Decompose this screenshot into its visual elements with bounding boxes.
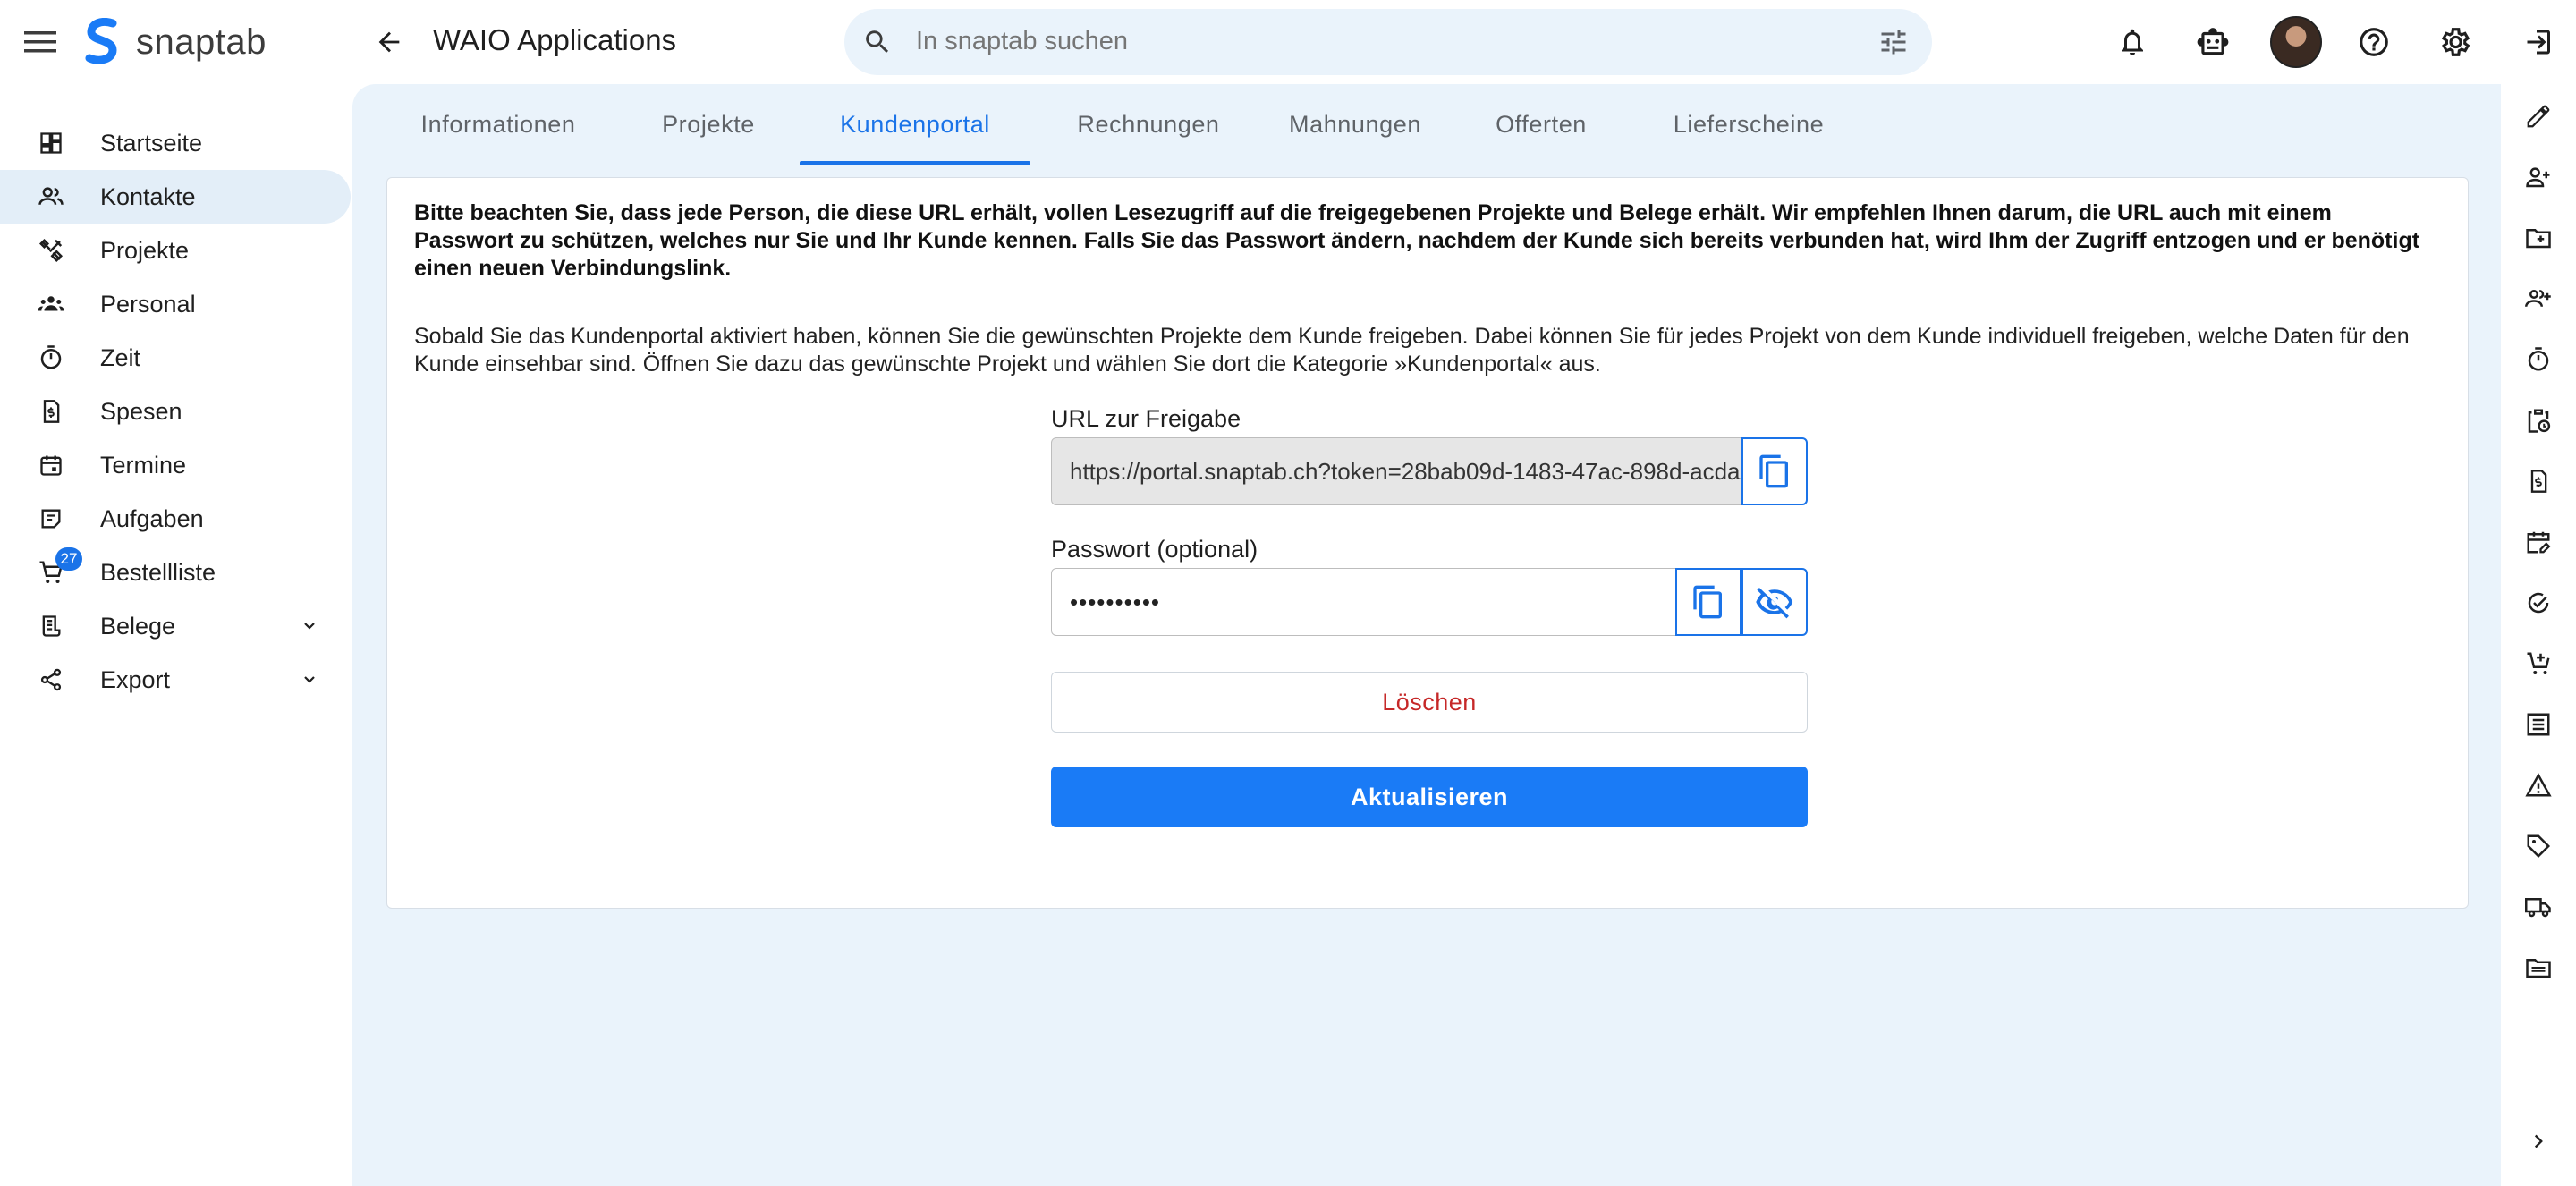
search-icon[interactable] [859, 23, 896, 61]
eye-off-icon [1756, 588, 1793, 619]
timer-icon[interactable] [2519, 340, 2558, 379]
timer-icon [38, 344, 64, 371]
sidebar-item-label: Bestellliste [100, 558, 216, 586]
delete-button[interactable]: Löschen [1051, 672, 1808, 733]
tab-projekte[interactable]: Projekte [644, 84, 773, 165]
copy-password-button[interactable] [1675, 568, 1741, 636]
share-url-field[interactable]: https://portal.snaptab.ch?token=28bab09d… [1051, 437, 1743, 505]
sidebar-item-termine[interactable]: Termine [0, 438, 351, 492]
sidebar-item-label: Projekte [100, 236, 190, 264]
page-title: WAIO Applications [433, 23, 677, 56]
kundenportal-card: Bitte beachten Sie, dass jede Person, di… [386, 177, 2469, 909]
sidebar-item-label: Kontakte [100, 182, 196, 210]
sidebar-item-label: Spesen [100, 397, 182, 425]
app-logo[interactable]: snaptab [82, 18, 267, 66]
robot-assistant-icon[interactable] [2191, 21, 2234, 64]
list-document-icon[interactable] [2519, 705, 2558, 744]
sidebar-nav: Startseite Kontakte Projekte Personal Ze… [0, 116, 351, 707]
url-label: URL zur Freigabe [1051, 405, 1241, 432]
contacts-icon [38, 183, 64, 210]
add-to-cart-icon[interactable] [2519, 644, 2558, 683]
sidebar-item-label: Startseite [100, 129, 203, 157]
sidebar-item-export[interactable]: Export [0, 653, 351, 707]
search-input[interactable] [916, 27, 1721, 56]
edit-pencil-icon[interactable] [2519, 97, 2558, 136]
tag-icon[interactable] [2519, 826, 2558, 866]
password-field[interactable] [1051, 568, 1677, 636]
sidebar-item-label: Export [100, 665, 171, 693]
url-field-group: https://portal.snaptab.ch?token=28bab09d… [1051, 437, 1808, 505]
chevron-down-icon[interactable] [297, 667, 322, 692]
sidebar-item-aufgaben[interactable]: Aufgaben [0, 492, 351, 546]
warning-icon[interactable] [2519, 766, 2558, 805]
tools-icon [38, 237, 64, 264]
task-check-icon[interactable] [2519, 583, 2558, 623]
add-folder-icon[interactable] [2519, 218, 2558, 258]
add-person-icon[interactable] [2519, 157, 2558, 197]
snaptab-logo-icon [85, 18, 117, 64]
tasks-icon [38, 505, 64, 532]
sidebar-item-label: Personal [100, 290, 196, 318]
menu-icon[interactable] [20, 21, 61, 63]
sidebar-item-projekte[interactable]: Projekte [0, 224, 351, 277]
access-warning-text: Bitte beachten Sie, dass jede Person, di… [414, 200, 2420, 281]
sidebar-item-belege[interactable]: Belege [0, 599, 351, 653]
dashboard-icon [38, 130, 64, 157]
sidebar-item-zeit[interactable]: Zeit [0, 331, 351, 385]
password-field-group [1051, 568, 1808, 636]
calendar-icon [38, 452, 64, 479]
search-bar[interactable] [844, 9, 1932, 75]
avatar[interactable] [2270, 16, 2322, 68]
tab-rechnungen[interactable]: Rechnungen [1059, 84, 1238, 165]
chevron-right-icon[interactable] [2519, 1122, 2558, 1161]
sidebar-item-spesen[interactable]: Spesen [0, 385, 351, 438]
copy-icon [1759, 454, 1788, 488]
bell-icon[interactable] [2111, 21, 2154, 64]
app-name: snaptab [136, 21, 267, 62]
tab-kundenportal[interactable]: Kundenportal [800, 84, 1030, 165]
order-count-badge: 27 [55, 547, 82, 571]
sidebar-item-startseite[interactable]: Startseite [0, 116, 351, 170]
help-icon[interactable] [2352, 21, 2395, 64]
logout-icon[interactable] [2515, 21, 2558, 64]
tab-bar: Informationen Projekte Kundenportal Rech… [352, 84, 2501, 165]
tab-offerten[interactable]: Offerten [1474, 84, 1608, 165]
tab-informationen[interactable]: Informationen [406, 84, 590, 165]
receipt-dollar-icon [38, 398, 64, 425]
calendar-edit-icon[interactable] [2519, 522, 2558, 562]
copy-icon [1693, 585, 1722, 619]
password-label: Passwort (optional) [1051, 536, 1258, 563]
toggle-visibility-button[interactable] [1741, 568, 1808, 636]
sidebar-item-personal[interactable]: Personal [0, 277, 351, 331]
folder-icon[interactable] [2519, 948, 2558, 987]
sidebar-item-bestellliste[interactable]: 27 Bestellliste [0, 546, 351, 599]
share-icon [38, 666, 64, 693]
receipt-dollar-icon[interactable] [2519, 462, 2558, 501]
document-icon [38, 613, 64, 640]
portal-info-text: Sobald Sie das Kundenportal aktiviert ha… [414, 324, 2410, 377]
tab-mahnungen[interactable]: Mahnungen [1270, 84, 1440, 165]
tab-lieferscheine[interactable]: Lieferscheine [1646, 84, 1852, 165]
main-content: Informationen Projekte Kundenportal Rech… [352, 84, 2501, 1186]
sidebar-item-kontakte[interactable]: Kontakte [0, 170, 351, 224]
chevron-down-icon[interactable] [297, 614, 322, 639]
sidebar-item-label: Aufgaben [100, 504, 204, 532]
people-icon [38, 291, 64, 318]
top-app-bar: snaptab WAIO Applications [0, 0, 2576, 84]
sidebar-item-label: Belege [100, 612, 176, 640]
back-arrow-icon[interactable] [369, 21, 410, 63]
gear-icon[interactable] [2433, 21, 2476, 64]
copy-url-button[interactable] [1741, 437, 1808, 505]
sidebar-item-label: Termine [100, 451, 187, 479]
clipboard-clock-icon[interactable] [2519, 401, 2558, 440]
add-group-icon[interactable] [2519, 279, 2558, 318]
sidebar-item-label: Zeit [100, 343, 141, 371]
update-button[interactable]: Aktualisieren [1051, 767, 1808, 827]
quick-actions-rail [2501, 84, 2576, 1186]
filter-tune-icon[interactable] [1875, 23, 1912, 61]
delivery-truck-icon[interactable] [2519, 887, 2558, 927]
